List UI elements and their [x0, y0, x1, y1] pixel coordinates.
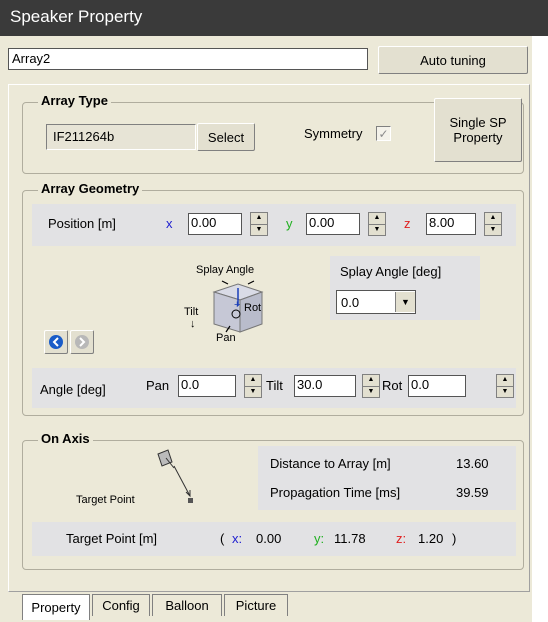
array-name-input[interactable]: Array2	[8, 48, 368, 70]
svg-text:+: +	[234, 299, 240, 311]
target-close-paren: )	[452, 531, 457, 546]
auto-tuning-button[interactable]: Auto tuning	[378, 46, 528, 74]
splay-angle-value: 0.0	[341, 294, 360, 310]
target-z-value: 1.20	[418, 531, 444, 546]
target-y-label: y:	[314, 531, 325, 546]
chevron-down-icon[interactable]: ▼	[395, 292, 415, 312]
y-axis-label: y	[286, 216, 293, 231]
tab-balloon[interactable]: Balloon	[152, 594, 222, 616]
target-point-label: Target Point [m]	[66, 531, 158, 546]
title-bar: Speaker Property	[0, 0, 548, 36]
tilt-input[interactable]: 30.0	[294, 375, 356, 397]
position-y-input[interactable]: 0.00	[306, 213, 360, 235]
symmetry-checkbox[interactable]: ✓	[376, 126, 391, 141]
z-axis-label: z	[404, 216, 411, 231]
speaker-property-window: Speaker Property Array2 Auto tuning Arra…	[0, 0, 548, 622]
pan-label: Pan	[146, 378, 170, 393]
tab-config[interactable]: Config	[92, 594, 150, 616]
distance-label: Distance to Array [m]	[270, 456, 391, 471]
splay-angle-select[interactable]: 0.0 ▼	[336, 290, 416, 314]
position-x-input[interactable]: 0.00	[188, 213, 242, 235]
single-sp-property-button[interactable]: Single SP Property	[434, 98, 522, 162]
target-x-value: 0.00	[256, 531, 282, 546]
panel-right-edge	[532, 36, 548, 622]
symmetry-label: Symmetry	[304, 126, 363, 141]
splay-angle-label: Splay Angle [deg]	[340, 264, 442, 279]
next-speaker-button[interactable]	[70, 330, 94, 354]
diagram-splay-label: Splay Angle	[196, 264, 255, 276]
diagram-tilt-label: Tilt	[184, 306, 199, 318]
distance-value: 13.60	[456, 456, 489, 471]
diagram-rot-label: Rot	[244, 302, 262, 314]
on-axis-title: On Axis	[38, 431, 93, 446]
arrow-right-icon	[75, 335, 89, 349]
target-point-icon	[157, 449, 193, 503]
propagation-value: 39.59	[456, 485, 489, 500]
array-type-title: Array Type	[38, 93, 111, 108]
target-open-paren: (	[220, 531, 225, 546]
angle-label: Angle [deg]	[40, 382, 106, 397]
position-x-spinner[interactable]: ▲ ▼	[250, 212, 268, 236]
tilt-label: Tilt	[266, 378, 283, 393]
array-model-field: IF211264b	[46, 124, 196, 150]
checkmark-icon: ✓	[378, 126, 389, 141]
arrow-left-icon	[49, 335, 63, 349]
target-x-label: x:	[232, 531, 243, 546]
window-title: Speaker Property	[10, 7, 143, 26]
speaker-cube-diagram: +	[212, 280, 264, 333]
single-sp-line1: Single SP	[449, 115, 507, 130]
select-array-button[interactable]: Select	[197, 123, 255, 151]
position-z-spinner[interactable]: ▲ ▼	[484, 212, 502, 236]
tilt-arrow-icon: ↓	[190, 318, 196, 330]
prev-speaker-button[interactable]	[44, 330, 68, 354]
array-geometry-title: Array Geometry	[38, 181, 143, 196]
tab-property[interactable]: Property	[22, 594, 90, 620]
position-label: Position [m]	[48, 216, 116, 231]
rot-spinner[interactable]: ▲ ▼	[496, 374, 514, 398]
x-axis-label: x	[166, 216, 173, 231]
rot-label: Rot	[382, 378, 403, 393]
target-point-caption: Target Point	[76, 494, 135, 506]
pan-spinner[interactable]: ▲ ▼	[244, 374, 262, 398]
pan-input[interactable]: 0.0	[178, 375, 236, 397]
tab-picture[interactable]: Picture	[224, 594, 288, 616]
position-y-spinner[interactable]: ▲ ▼	[368, 212, 386, 236]
target-z-label: z:	[396, 531, 407, 546]
position-z-input[interactable]: 8.00	[426, 213, 476, 235]
target-y-value: 11.78	[334, 531, 366, 546]
diagram-pan-label: Pan	[216, 332, 236, 344]
tilt-spinner[interactable]: ▲ ▼	[362, 374, 380, 398]
propagation-label: Propagation Time [ms]	[270, 485, 401, 500]
rot-input[interactable]: 0.0	[408, 375, 466, 397]
single-sp-line2: Property	[453, 130, 503, 145]
